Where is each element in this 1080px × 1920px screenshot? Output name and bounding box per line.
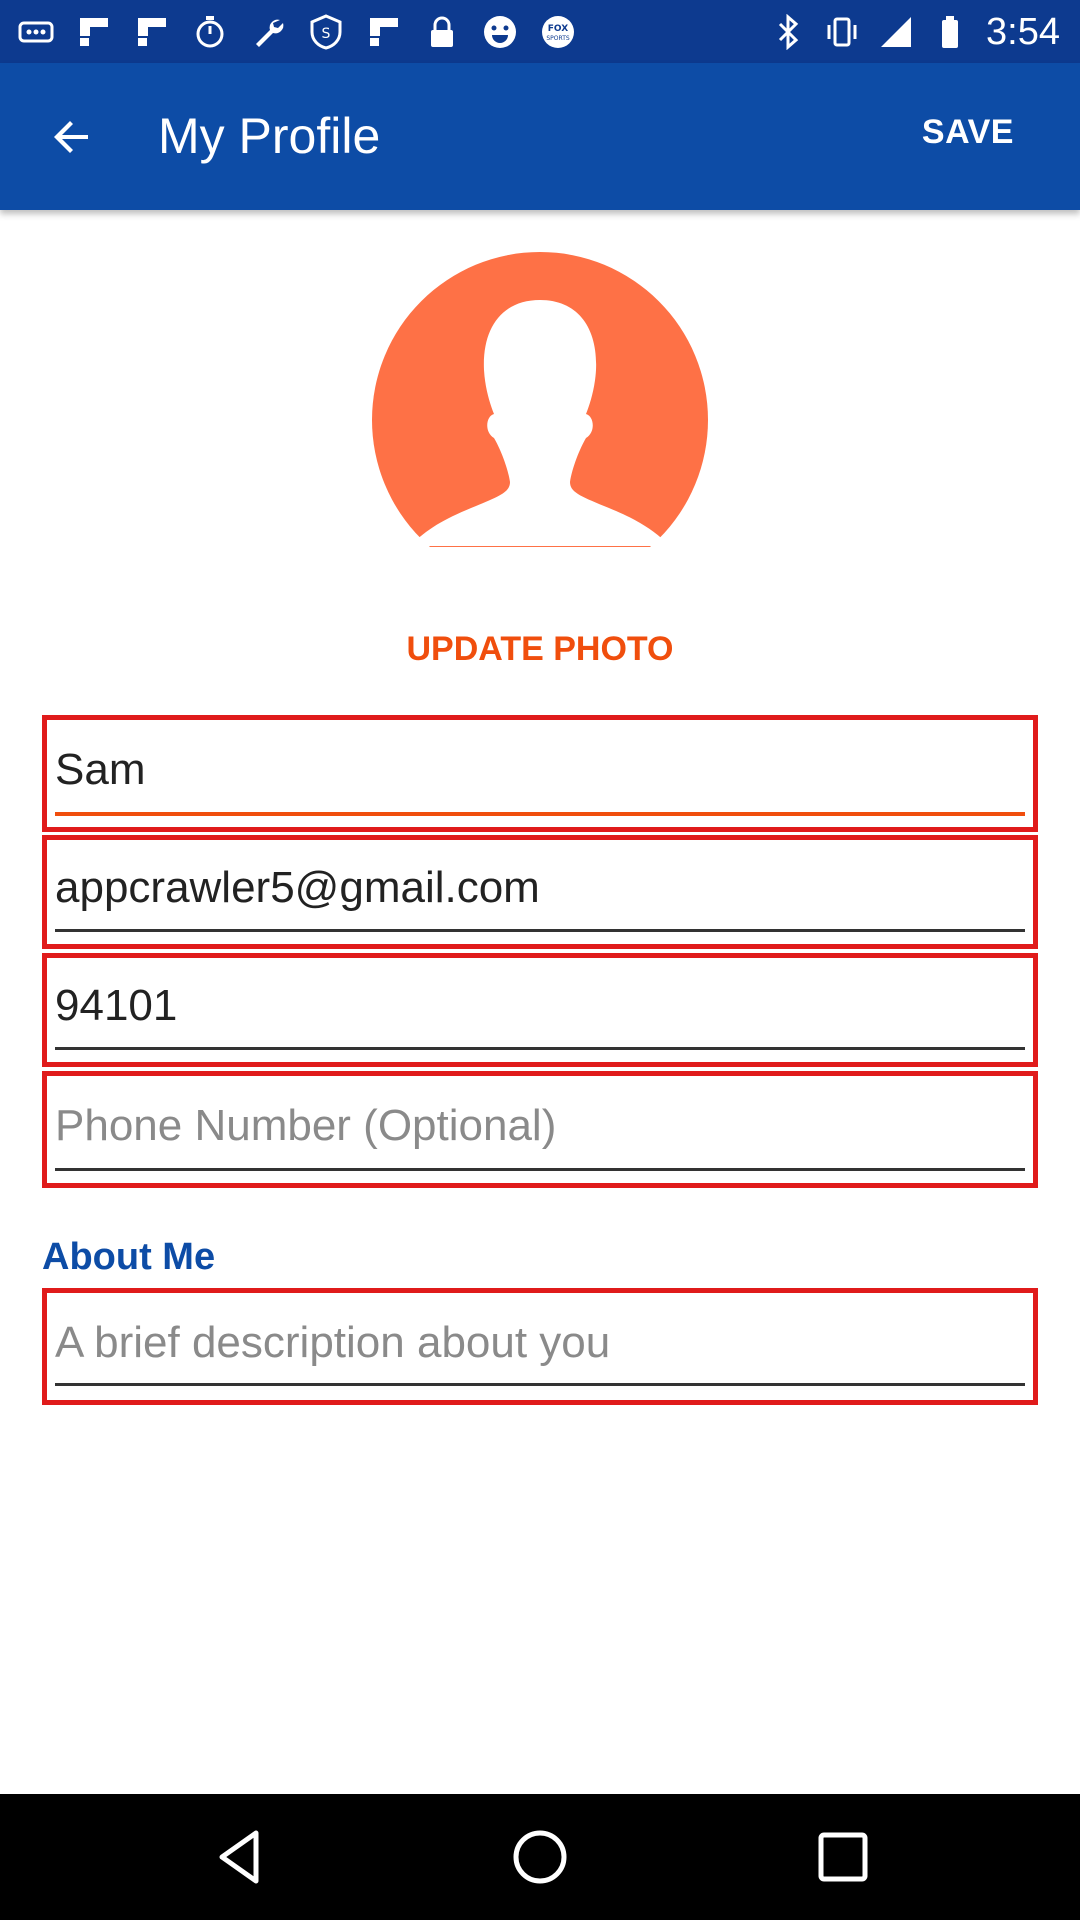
- save-button[interactable]: SAVE: [922, 113, 1014, 152]
- flipboard-icon: [138, 18, 166, 46]
- email-field-underline: [55, 929, 1025, 932]
- about-me-label: About Me: [42, 1236, 216, 1278]
- zip-code-field[interactable]: [55, 978, 1025, 1034]
- svg-text:FOX: FOX: [548, 24, 568, 34]
- arrow-back-icon: [54, 121, 88, 153]
- smiley-icon: [484, 16, 516, 48]
- notification-icons: S FOX SPORTS: [18, 8, 576, 56]
- zip-code-field-container: [42, 953, 1038, 1067]
- phone-field-underline: [55, 1168, 1025, 1171]
- vibrate-icon: [827, 17, 857, 47]
- system-icons: 3:54: [770, 8, 1060, 56]
- status-bar: S FOX SPORTS 3:54: [0, 0, 1080, 63]
- zip-code-field-underline: [55, 1047, 1025, 1050]
- name-field-container: [42, 715, 1038, 832]
- phone-field-container: [42, 1071, 1038, 1188]
- signal-icon: [881, 17, 912, 47]
- app-bar: My Profile SAVE: [0, 63, 1080, 210]
- more-icon: [18, 21, 54, 43]
- lock-icon: [431, 16, 453, 47]
- nav-back-icon[interactable]: [210, 1827, 270, 1887]
- nav-recents-icon[interactable]: [813, 1827, 873, 1887]
- bluetooth-icon: [778, 14, 799, 50]
- phone-number-field[interactable]: [55, 1098, 1025, 1154]
- svg-text:SPORTS: SPORTS: [546, 35, 570, 42]
- page-title: My Profile: [158, 108, 381, 164]
- flipboard-icon: [80, 18, 108, 46]
- svg-text:S: S: [322, 26, 331, 42]
- nav-home-icon[interactable]: [510, 1827, 570, 1887]
- status-time: 3:54: [986, 10, 1060, 53]
- s-badge-icon: S: [310, 14, 342, 50]
- back-button[interactable]: [30, 101, 114, 173]
- navigation-bar: [0, 1794, 1080, 1920]
- flipboard-icon: [370, 18, 398, 46]
- email-field-container: [42, 835, 1038, 949]
- name-field[interactable]: [55, 742, 1025, 798]
- battery-icon: [942, 16, 959, 48]
- name-field-underline: [55, 812, 1025, 816]
- email-field[interactable]: [55, 860, 1025, 916]
- profile-avatar[interactable]: [370, 252, 710, 582]
- about-me-field-underline: [55, 1383, 1025, 1386]
- about-me-field-container: [42, 1288, 1038, 1405]
- wrench-icon: [256, 19, 284, 47]
- fox-sports-icon: FOXSPORTS: [542, 16, 574, 48]
- about-me-field[interactable]: [55, 1315, 1025, 1371]
- timer-icon: [196, 16, 224, 48]
- update-photo-button[interactable]: UPDATE PHOTO: [0, 630, 1080, 669]
